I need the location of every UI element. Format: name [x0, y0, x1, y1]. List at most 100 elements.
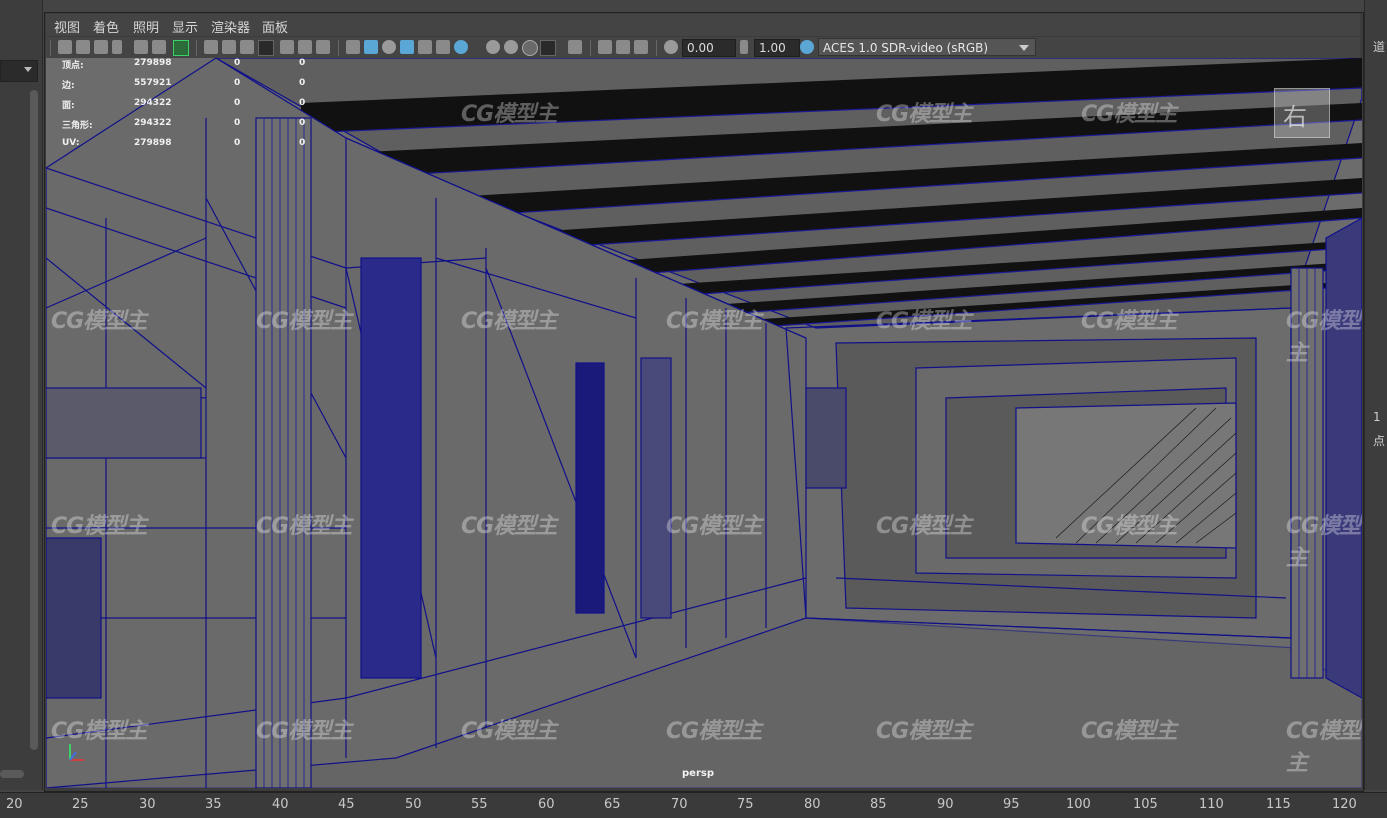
left-horizontal-scrollbar[interactable]	[0, 770, 24, 778]
viewport-menu-bar: 视图 着色 照明 显示 渲染器 面板	[46, 14, 1360, 36]
viewcube[interactable]: 右	[1274, 88, 1330, 138]
hud-value: 0	[299, 138, 306, 148]
gamma-field[interactable]: 1.00	[754, 39, 800, 57]
ruler-tick: 30	[139, 797, 156, 812]
watermark-text: CG模型主	[1286, 514, 1361, 571]
menu-lighting[interactable]: 照明	[133, 17, 159, 36]
right-panel: 道 1 点 1	[1364, 0, 1387, 790]
smooth-shade-icon[interactable]	[364, 40, 378, 54]
right-panel-label: 点	[1373, 434, 1386, 448]
two-d-pan-icon[interactable]	[152, 40, 166, 54]
watermark-text: CG模型主	[461, 514, 557, 539]
default-material-icon[interactable]	[382, 40, 396, 54]
safe-title-icon[interactable]	[316, 40, 330, 54]
hud-value: 0	[234, 98, 241, 108]
color-management-icon[interactable]	[800, 40, 814, 54]
textured-icon[interactable]	[418, 40, 432, 54]
menu-show[interactable]: 显示	[172, 17, 198, 36]
watermark-text: CG模型主	[876, 102, 972, 127]
hud-value: 294322	[134, 118, 172, 128]
motion-blur-icon[interactable]	[504, 40, 518, 54]
depth-of-field-icon[interactable]	[540, 40, 556, 56]
left-dropdown[interactable]	[0, 60, 38, 82]
bookmark-icon[interactable]	[112, 40, 122, 54]
toolbar-separator	[196, 40, 197, 56]
wireframe-on-shaded-icon[interactable]	[400, 40, 414, 54]
right-panel-label: 道	[1373, 40, 1386, 54]
anti-aliasing-icon[interactable]	[522, 40, 538, 56]
watermark-text: CG模型主	[461, 719, 557, 744]
ruler-tick: 90	[937, 797, 954, 812]
watermark-text: CG模型主	[876, 514, 972, 539]
ambient-occlusion-icon[interactable]	[486, 40, 500, 54]
shadow-icon[interactable]	[454, 40, 468, 54]
ruler-tick: 45	[338, 797, 355, 812]
hud-value: 279898	[134, 58, 172, 68]
viewport-3d-scene[interactable]: CG模型主 CG模型主 CG模型主 CG模型主 CG模型主 CG模型主 CG模型…	[46, 58, 1362, 788]
watermark-text: CG模型主	[1081, 719, 1177, 744]
field-chart-icon[interactable]	[280, 40, 294, 54]
toolbar-separator	[338, 40, 339, 56]
hud-value: 557921	[134, 78, 172, 88]
hud-value: 0	[234, 58, 241, 68]
xray-icon[interactable]	[598, 40, 612, 54]
ruler-tick: 20	[6, 797, 23, 812]
colorspace-dropdown[interactable]: ACES 1.0 SDR-video (sRGB)	[818, 38, 1036, 56]
menu-shading[interactable]: 着色	[93, 17, 119, 36]
hud-value: 0	[299, 98, 306, 108]
film-gate-icon[interactable]	[222, 40, 236, 54]
camera-icon[interactable]	[58, 40, 72, 54]
ruler-tick: 75	[737, 797, 754, 812]
ruler-tick: 105	[1133, 797, 1158, 812]
hud-value: 0	[234, 118, 241, 128]
watermark-text: CG模型主	[1081, 102, 1177, 127]
xray-joints-icon[interactable]	[616, 40, 630, 54]
viewport-toolbar: 0.00 1.00	[46, 37, 1360, 58]
watermark-text: CG模型主	[461, 102, 557, 127]
menu-view[interactable]: 视图	[54, 17, 80, 36]
safe-action-icon[interactable]	[298, 40, 312, 54]
ruler-tick: 100	[1066, 797, 1091, 812]
xray-active-icon[interactable]	[634, 40, 648, 54]
watermark-text: CG模型主	[666, 719, 762, 744]
hud-value: 294322	[134, 98, 172, 108]
watermark-text: CG模型主	[1286, 309, 1361, 366]
time-slider-ruler[interactable]: 20 25 30 35 40 45 50 55 60 65 70 75 80 8…	[0, 792, 1387, 818]
gamma-icon[interactable]	[740, 40, 748, 54]
watermark-text: CG模型主	[256, 309, 352, 334]
left-scrollbar[interactable]	[30, 90, 38, 750]
camera-name-label: persp	[682, 768, 714, 779]
menu-panels[interactable]: 面板	[262, 17, 288, 36]
wireframe-scene	[46, 58, 1362, 788]
ruler-tick: 60	[538, 797, 555, 812]
resolution-gate-icon[interactable]	[240, 40, 254, 54]
toolbar-separator	[656, 40, 657, 56]
watermark-text: CG模型主	[876, 309, 972, 334]
ruler-tick: 35	[205, 797, 222, 812]
lighting-icon[interactable]	[436, 40, 450, 54]
exposure-icon[interactable]	[664, 40, 678, 54]
camera-lock-icon[interactable]	[76, 40, 90, 54]
menu-renderer[interactable]: 渲染器	[211, 17, 250, 36]
exposure-field[interactable]: 0.00	[682, 39, 736, 57]
image-plane-icon[interactable]	[134, 40, 148, 54]
ruler-tick: 40	[272, 797, 289, 812]
watermark-text: CG模型主	[51, 514, 147, 539]
watermark-text: CG模型主	[1081, 514, 1177, 539]
grid-icon[interactable]	[204, 40, 218, 54]
camera-attributes-icon[interactable]	[94, 40, 108, 54]
grease-pencil-icon[interactable]	[173, 40, 189, 56]
hud-value: 0	[299, 78, 306, 88]
colorspace-value: ACES 1.0 SDR-video (sRGB)	[823, 41, 989, 55]
hud-label: 三角形:	[62, 121, 93, 131]
watermark-text: CG模型主	[461, 309, 557, 334]
watermark-text: CG模型主	[666, 514, 762, 539]
watermark-text: CG模型主	[666, 309, 762, 334]
ruler-tick: 120	[1332, 797, 1357, 812]
wireframe-icon[interactable]	[346, 40, 360, 54]
isolate-icon[interactable]	[568, 40, 582, 54]
hud-value: 279898	[134, 138, 172, 148]
ruler-tick: 25	[72, 797, 89, 812]
ruler-tick: 85	[870, 797, 887, 812]
gate-mask-icon[interactable]	[258, 40, 274, 56]
